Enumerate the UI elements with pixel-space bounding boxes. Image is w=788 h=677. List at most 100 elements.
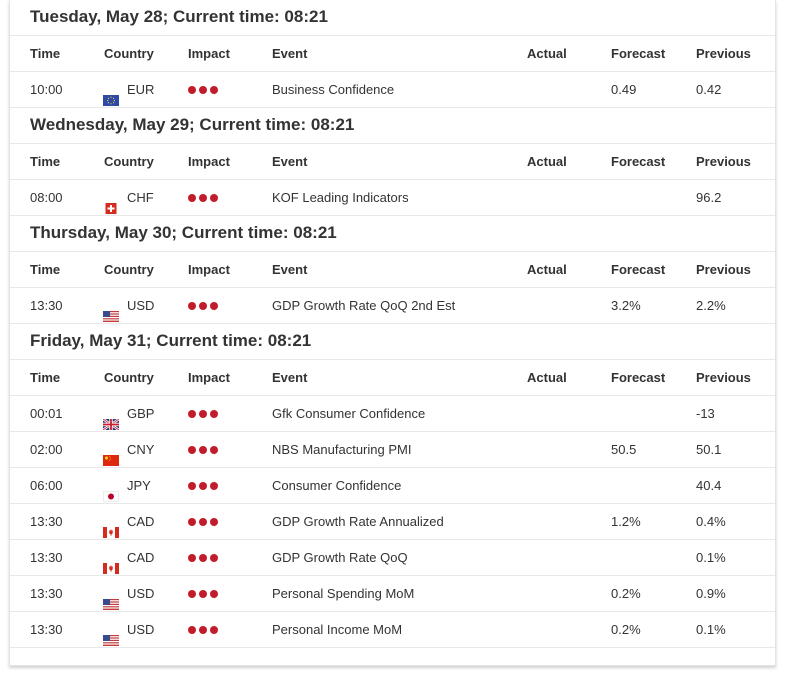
impact-dot-icon xyxy=(210,482,218,490)
event-time: 02:00 xyxy=(30,442,63,457)
day-section: Tuesday, May 28; Current time: 08:21 Time… xyxy=(10,0,775,108)
event-name: KOF Leading Indicators xyxy=(272,190,409,205)
currency-code: CAD xyxy=(127,550,155,565)
gb-flag-icon xyxy=(102,408,120,431)
event-row[interactable]: 06:00 JPY Consumer Confidence 40.4 xyxy=(10,468,775,504)
column-header-forecast: Forecast xyxy=(611,370,666,385)
column-header-forecast: Forecast xyxy=(611,262,666,277)
event-forecast: 0.2% xyxy=(611,586,641,601)
event-row[interactable]: 02:00 CNY NBS Manufacturing PMI 50.5 50.1 xyxy=(10,432,775,468)
impact-dot-icon xyxy=(210,194,218,202)
event-forecast: 0.2% xyxy=(611,622,641,637)
eu-flag-icon xyxy=(103,84,119,106)
column-header-impact: Impact xyxy=(188,154,230,169)
column-header-previous: Previous xyxy=(696,46,751,61)
day-header: Thursday, May 30; Current time: 08:21 xyxy=(10,216,775,252)
event-time: 10:00 xyxy=(30,82,63,97)
event-time: 08:00 xyxy=(30,190,63,205)
event-previous: 0.9% xyxy=(696,586,726,601)
event-name: GDP Growth Rate QoQ xyxy=(272,550,408,565)
impact-dot-icon xyxy=(210,626,218,634)
event-previous: 50.1 xyxy=(696,442,722,457)
event-forecast: 3.2% xyxy=(611,298,641,313)
impact-dot-icon xyxy=(210,410,218,418)
event-row[interactable]: 13:30 CAD GDP Growth Rate Annualized 1.2% 0.… xyxy=(10,504,775,540)
impact-dot-icon xyxy=(199,518,207,526)
day-header: Wednesday, May 29; Current time: 08:21 xyxy=(10,108,775,144)
impact-dot-icon xyxy=(188,410,196,418)
event-time: 13:30 xyxy=(30,622,63,637)
event-forecast: 50.5 xyxy=(611,442,637,457)
event-name: Personal Spending MoM xyxy=(272,586,415,601)
column-header-time: Time xyxy=(30,370,61,385)
impact-dot-icon xyxy=(210,446,218,454)
column-header-row: Time Country Impact Event Actual Forecast Prev… xyxy=(10,36,775,72)
event-previous: 40.4 xyxy=(696,478,722,493)
event-previous: 0.1% xyxy=(696,550,726,565)
column-header-previous: Previous xyxy=(696,154,751,169)
event-previous: 2.2% xyxy=(696,298,726,313)
cn-flag-icon xyxy=(103,444,119,466)
column-header-actual: Actual xyxy=(527,46,567,61)
impact-dot-icon xyxy=(199,626,207,634)
currency-code: USD xyxy=(127,586,155,601)
event-row[interactable]: 13:30 USD GDP Growth Rate QoQ 2nd Est 3.2% 2… xyxy=(10,288,775,324)
column-header-country: Country xyxy=(104,370,154,385)
column-header-row: Time Country Impact Event Actual Forecast Prev… xyxy=(10,144,775,180)
column-header-impact: Impact xyxy=(188,262,230,277)
impact-dot-icon xyxy=(188,302,196,310)
ch-flag-icon xyxy=(103,192,119,214)
impact-dot-icon xyxy=(199,554,207,562)
impact-dot-icon xyxy=(210,518,218,526)
us-flag-icon xyxy=(103,300,119,322)
column-header-actual: Actual xyxy=(527,262,567,277)
event-row[interactable]: 13:30 USD Personal Income MoM 0.2% 0.1% xyxy=(10,612,775,648)
column-header-previous: Previous xyxy=(696,370,751,385)
event-name: Business Confidence xyxy=(272,82,395,97)
column-header-country: Country xyxy=(104,262,154,277)
day-header: Friday, May 31; Current time: 08:21 xyxy=(10,324,775,360)
us-flag-icon xyxy=(103,588,119,610)
column-header-event: Event xyxy=(272,154,308,169)
event-name: Gfk Consumer Confidence xyxy=(272,406,426,421)
column-header-actual: Actual xyxy=(527,154,567,169)
event-forecast: 0.49 xyxy=(611,82,637,97)
column-header-impact: Impact xyxy=(188,370,230,385)
column-header-time: Time xyxy=(30,262,61,277)
event-time: 13:30 xyxy=(30,514,63,529)
column-header-impact: Impact xyxy=(188,46,230,61)
event-row[interactable]: 00:01 GBP Gfk Consumer Confidence -13 xyxy=(10,396,775,432)
currency-code: CAD xyxy=(127,514,155,529)
event-previous: 0.4% xyxy=(696,514,726,529)
column-header-country: Country xyxy=(104,154,154,169)
event-time: 00:01 xyxy=(30,406,63,421)
impact-dot-icon xyxy=(188,86,196,94)
currency-code: USD xyxy=(127,622,155,637)
economic-calendar: Tuesday, May 28; Current time: 08:21 Time… xyxy=(9,0,776,666)
us-flag-icon xyxy=(103,624,119,646)
event-row[interactable]: 10:00 EUR Business Confidence 0.49 0.42 xyxy=(10,72,775,108)
impact-dot-icon xyxy=(199,302,207,310)
impact-dot-icon xyxy=(199,482,207,490)
event-time: 13:30 xyxy=(30,298,63,313)
column-header-country: Country xyxy=(104,46,154,61)
column-header-row: Time Country Impact Event Actual Forecast Prev… xyxy=(10,252,775,288)
impact-dot-icon xyxy=(199,194,207,202)
column-header-event: Event xyxy=(272,370,308,385)
impact-dot-icon xyxy=(199,446,207,454)
impact-dot-icon xyxy=(199,410,207,418)
impact-dot-icon xyxy=(188,518,196,526)
event-previous: 0.42 xyxy=(696,82,722,97)
event-row[interactable]: 13:30 CAD GDP Growth Rate QoQ 0.1% xyxy=(10,540,775,576)
event-row[interactable]: 13:30 USD Personal Spending MoM 0.2% 0.9% xyxy=(10,576,775,612)
impact-dot-icon xyxy=(188,590,196,598)
currency-code: EUR xyxy=(127,82,155,97)
event-time: 06:00 xyxy=(30,478,63,493)
impact-dot-icon xyxy=(188,194,196,202)
jp-flag-icon xyxy=(103,480,119,502)
impact-dot-icon xyxy=(210,554,218,562)
event-row[interactable]: 08:00 CHF KOF Leading Indicators 96.2 xyxy=(10,180,775,216)
event-previous: 96.2 xyxy=(696,190,722,205)
event-name: Consumer Confidence xyxy=(272,478,402,493)
column-header-row: Time Country Impact Event Actual Forecast Prev… xyxy=(10,360,775,396)
